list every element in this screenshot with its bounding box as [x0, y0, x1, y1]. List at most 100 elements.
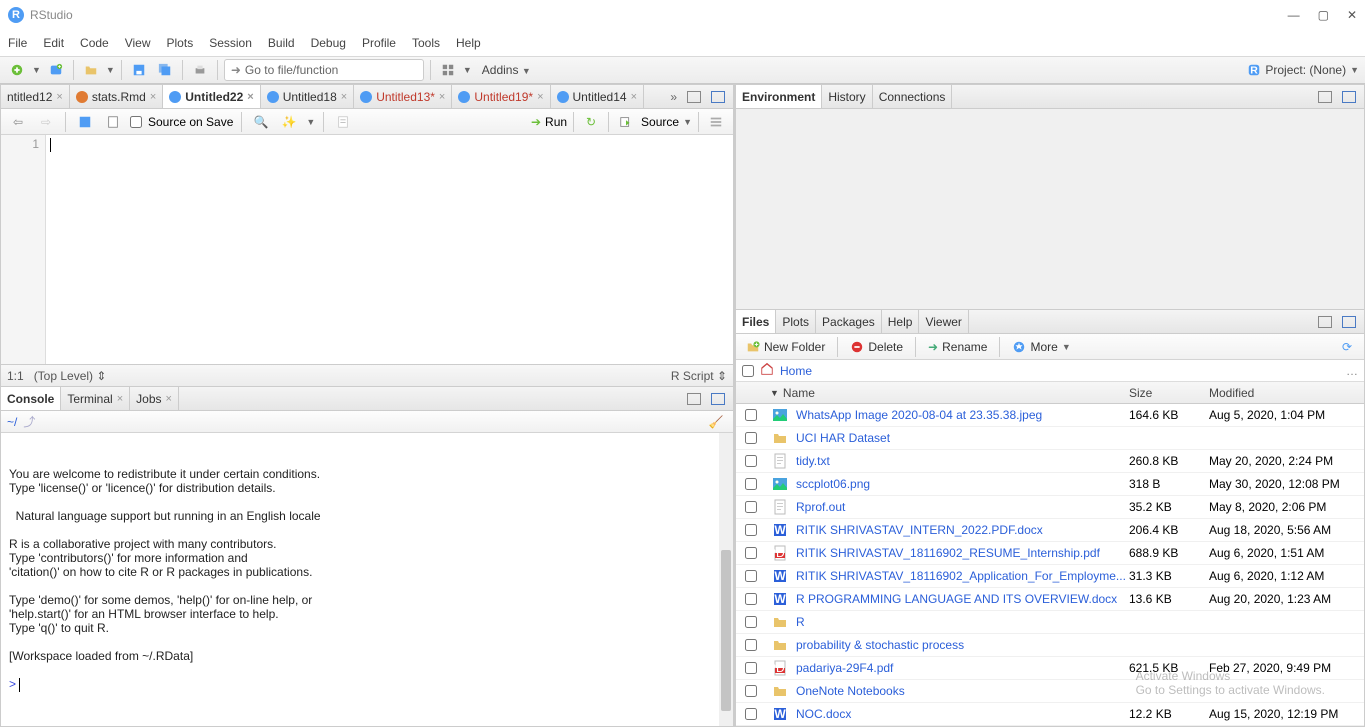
file-name-link[interactable]: padariya-29F4.pdf [796, 661, 893, 675]
new-file-button[interactable] [6, 59, 28, 81]
menu-debug[interactable]: Debug [311, 36, 346, 50]
back-button[interactable]: ⇦ [7, 111, 29, 133]
path-more-button[interactable]: … [1346, 364, 1358, 378]
console-output[interactable]: You are welcome to redistribute it under… [1, 433, 733, 726]
maximize-pane-icon[interactable] [707, 86, 729, 108]
file-select-checkbox[interactable] [745, 501, 757, 513]
close-tab-icon[interactable]: × [247, 91, 253, 103]
rerun-button[interactable]: ↻ [580, 111, 602, 133]
tab-packages[interactable]: Packages [816, 310, 882, 333]
file-name-link[interactable]: R PROGRAMMING LANGUAGE AND ITS OVERVIEW.… [796, 592, 1117, 606]
source-tab[interactable]: Untitled14 × [551, 85, 644, 108]
file-select-checkbox[interactable] [745, 616, 757, 628]
file-name-link[interactable]: tidy.txt [796, 454, 830, 468]
menu-edit[interactable]: Edit [43, 36, 64, 50]
close-tab-icon[interactable]: × [631, 91, 637, 103]
menu-tools[interactable]: Tools [412, 36, 440, 50]
sort-by-modified[interactable]: Modified [1209, 386, 1364, 400]
file-name-link[interactable]: OneNote Notebooks [796, 684, 905, 698]
popout-icon[interactable]: ⤴ [23, 413, 35, 430]
close-tab-icon[interactable]: × [56, 91, 62, 103]
more-tabs-button[interactable]: » [666, 90, 681, 104]
source-tab[interactable]: stats.Rmd × [70, 85, 163, 108]
find-button[interactable]: 🔍 [250, 111, 272, 133]
file-select-checkbox[interactable] [745, 685, 757, 697]
select-all-checkbox[interactable] [742, 365, 754, 377]
source-tab[interactable]: ntitled12 × [1, 85, 70, 108]
outline-button[interactable] [705, 111, 727, 133]
maximize-pane-icon[interactable] [707, 388, 729, 410]
minimize-pane-icon[interactable] [683, 388, 705, 410]
scope-selector[interactable]: (Top Level) ⇕ [34, 369, 107, 383]
menu-help[interactable]: Help [456, 36, 481, 50]
file-select-checkbox[interactable] [745, 570, 757, 582]
minimize-button[interactable]: — [1288, 8, 1300, 22]
file-select-checkbox[interactable] [745, 547, 757, 559]
file-select-checkbox[interactable] [745, 478, 757, 490]
file-select-checkbox[interactable] [745, 708, 757, 720]
sort-by-name[interactable]: ▼ Name [766, 386, 1129, 400]
dropdown-caret-icon[interactable]: ▼ [32, 65, 41, 75]
file-select-checkbox[interactable] [745, 409, 757, 421]
menu-view[interactable]: View [125, 36, 151, 50]
minimize-pane-icon[interactable] [1314, 86, 1336, 108]
addins-menu[interactable]: Addins ▼ [476, 63, 537, 77]
minimize-pane-icon[interactable] [683, 86, 705, 108]
tab-environment[interactable]: Environment [736, 85, 822, 109]
close-tab-icon[interactable]: × [537, 91, 543, 103]
file-name-link[interactable]: UCI HAR Dataset [796, 431, 890, 445]
rename-button[interactable]: ➜Rename [924, 340, 991, 354]
source-chunk-icon[interactable] [615, 111, 637, 133]
run-button[interactable]: Run [545, 115, 567, 129]
menu-plots[interactable]: Plots [167, 36, 194, 50]
new-folder-button[interactable]: New Folder [742, 340, 829, 354]
source-tab[interactable]: Untitled22 × [163, 85, 260, 109]
menu-code[interactable]: Code [80, 36, 109, 50]
save-button[interactable] [128, 59, 150, 81]
source-on-save-checkbox[interactable] [130, 116, 142, 128]
close-tab-icon[interactable]: × [150, 91, 156, 103]
menu-build[interactable]: Build [268, 36, 295, 50]
close-tab-icon[interactable]: × [439, 91, 445, 103]
tab-files[interactable]: Files [736, 310, 776, 334]
file-select-checkbox[interactable] [745, 524, 757, 536]
report-button[interactable] [332, 111, 354, 133]
file-name-link[interactable]: probability & stochastic process [796, 638, 964, 652]
refresh-button[interactable]: ⟳ [1336, 336, 1358, 358]
show-document-button[interactable] [102, 111, 124, 133]
menu-session[interactable]: Session [209, 36, 252, 50]
file-name-link[interactable]: RITIK SHRIVASTAV_INTERN_2022.PDF.docx [796, 523, 1043, 537]
file-select-checkbox[interactable] [745, 639, 757, 651]
home-icon[interactable] [760, 362, 774, 379]
dropdown-caret-icon[interactable]: ▼ [463, 65, 472, 75]
wand-button[interactable]: ✨ [278, 111, 300, 133]
file-select-checkbox[interactable] [745, 662, 757, 674]
file-name-link[interactable]: Rprof.out [796, 500, 845, 514]
file-name-link[interactable]: WhatsApp Image 2020-08-04 at 23.35.38.jp… [796, 408, 1042, 422]
tab-history[interactable]: History [822, 85, 872, 108]
language-selector[interactable]: R Script ⇕ [671, 369, 727, 383]
close-button[interactable]: ✕ [1347, 8, 1357, 22]
sort-by-size[interactable]: Size [1129, 386, 1209, 400]
maximize-pane-icon[interactable] [1338, 86, 1360, 108]
source-tab[interactable]: Untitled18 × [261, 85, 354, 108]
active-project[interactable]: R Project: (None) ▼ [1247, 63, 1359, 77]
file-select-checkbox[interactable] [745, 593, 757, 605]
file-name-link[interactable]: sccplot06.png [796, 477, 870, 491]
save-all-button[interactable] [154, 59, 176, 81]
print-button[interactable] [189, 59, 211, 81]
file-name-link[interactable]: R [796, 615, 805, 629]
maximize-pane-icon[interactable] [1338, 311, 1360, 333]
file-select-checkbox[interactable] [745, 432, 757, 444]
more-menu[interactable]: More ▼ [1008, 340, 1074, 354]
file-select-checkbox[interactable] [745, 455, 757, 467]
source-tab[interactable]: Untitled13* × [354, 85, 452, 108]
file-name-link[interactable]: RITIK SHRIVASTAV_18116902_RESUME_Interns… [796, 546, 1100, 560]
menu-file[interactable]: File [8, 36, 27, 50]
source-button[interactable]: Source [641, 115, 679, 129]
minimize-pane-icon[interactable] [1314, 311, 1336, 333]
dropdown-caret-icon[interactable]: ▼ [106, 65, 115, 75]
menu-profile[interactable]: Profile [362, 36, 396, 50]
grid-button[interactable] [437, 59, 459, 81]
source-editor[interactable]: 1 [1, 135, 733, 364]
